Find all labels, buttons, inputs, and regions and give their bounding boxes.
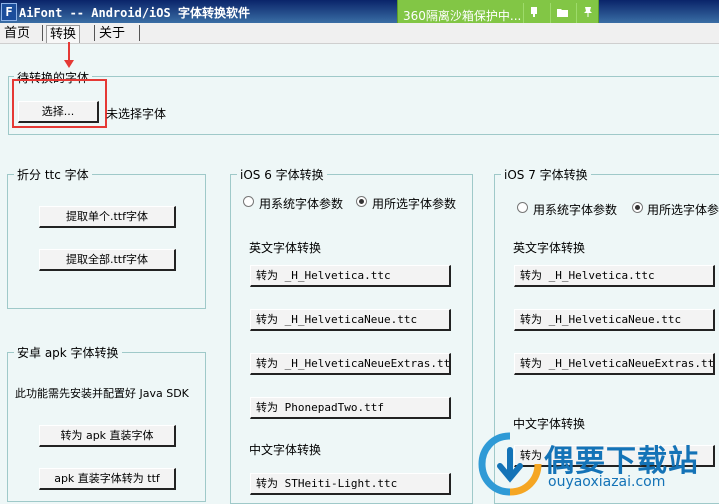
ios6-label: iOS 6 字体转换 [237,166,327,183]
split-ttc-group: 折分 ttc 字体 [7,166,206,309]
menu-separator [139,25,140,41]
ios7-radio-selected-params[interactable] [632,202,643,213]
extract-all-ttf-button[interactable]: 提取全部.ttf字体 [39,249,176,271]
ios6-phonepad-button[interactable]: 转为 PhonepadTwo.ttf [250,397,451,419]
pending-group-top-border [8,76,719,77]
pending-group-bottom-border [8,134,719,135]
annotation-arrow-head [64,60,74,68]
ios7-helvetica-button[interactable]: 转为 _H_Helvetica.ttc [514,265,715,287]
ios6-radio-system-label: 用系统字体参数 [259,197,344,211]
menu-item-about[interactable]: 关于 [96,25,128,42]
ios7-helvetica-neue-button[interactable]: 转为 _H_HelveticaNeue.ttc [514,309,715,331]
convert-to-apk-button[interactable]: 转为 apk 直装字体 [39,425,176,447]
watermark-url: ouyaoxiazai.com [548,474,666,490]
ios7-english-label: 英文字体转换 [513,241,586,255]
pin-icon[interactable] [523,3,546,25]
split-ttc-label: 折分 ttc 字体 [14,166,92,183]
ios7-radio-system-params[interactable] [517,202,528,213]
menu-item-home[interactable]: 首页 [1,25,33,42]
ios6-english-label: 英文字体转换 [249,241,322,255]
android-apk-label: 安卓 apk 字体转换 [14,344,122,361]
ios6-radio-selected-label: 用所选字体参数 [372,197,457,211]
ios7-radio-selected-label: 用所选字体参 [647,203,719,217]
window-title: AiFont -- Android/iOS 字体转换软件 [19,6,250,20]
ios6-helvetica-neue-button[interactable]: 转为 _H_HelveticaNeue.ttc [250,309,451,331]
extract-single-ttf-button[interactable]: 提取单个.ttf字体 [39,206,176,228]
ios6-radio-system-params[interactable] [243,196,254,207]
menu-bar: 首页 转换 关于 [0,23,719,44]
ios7-radio-system-label: 用系统字体参数 [533,203,618,217]
select-font-button[interactable]: 选择... [18,101,99,123]
ios6-helvetica-button[interactable]: 转为 _H_Helvetica.ttc [250,265,451,287]
ios6-radio-selected-params[interactable] [356,196,367,207]
pending-group-left-border [8,76,9,135]
annotation-arrow-shaft [68,42,70,62]
menu-item-convert[interactable]: 转换 [46,25,81,43]
app-icon: F [1,3,17,21]
sandbox-status: 360隔离沙箱保护中... [403,9,522,23]
title-bar[interactable]: F AiFont -- Android/iOS 字体转换软件 [0,0,719,23]
ios7-helvetica-neue-extras-button[interactable]: 转为 _H_HelveticaNeueExtras.ttc [514,353,715,375]
ios6-chinese-label: 中文字体转换 [249,443,322,457]
java-sdk-note: 此功能需先安装并配置好 Java SDK [15,387,189,400]
download-site-logo [478,432,542,496]
ios6-helvetica-neue-extras-button[interactable]: 转为 _H_HelveticaNeueExtras.ttc [250,353,451,375]
ios6-stheiti-light-button[interactable]: 转为 STHeiti-Light.ttc [250,473,451,495]
menu-separator [94,25,95,41]
thumbtack-icon[interactable] [576,3,599,25]
site-watermark: 偶要下载站 ouyaoxiazai.com [478,430,719,496]
selected-font-status: 未选择字体 [106,107,167,121]
ios7-label: iOS 7 字体转换 [501,166,591,183]
apk-to-ttf-button[interactable]: apk 直装字体转为 ttf [39,468,176,490]
folder-icon[interactable] [550,3,573,25]
menu-separator [42,25,43,41]
